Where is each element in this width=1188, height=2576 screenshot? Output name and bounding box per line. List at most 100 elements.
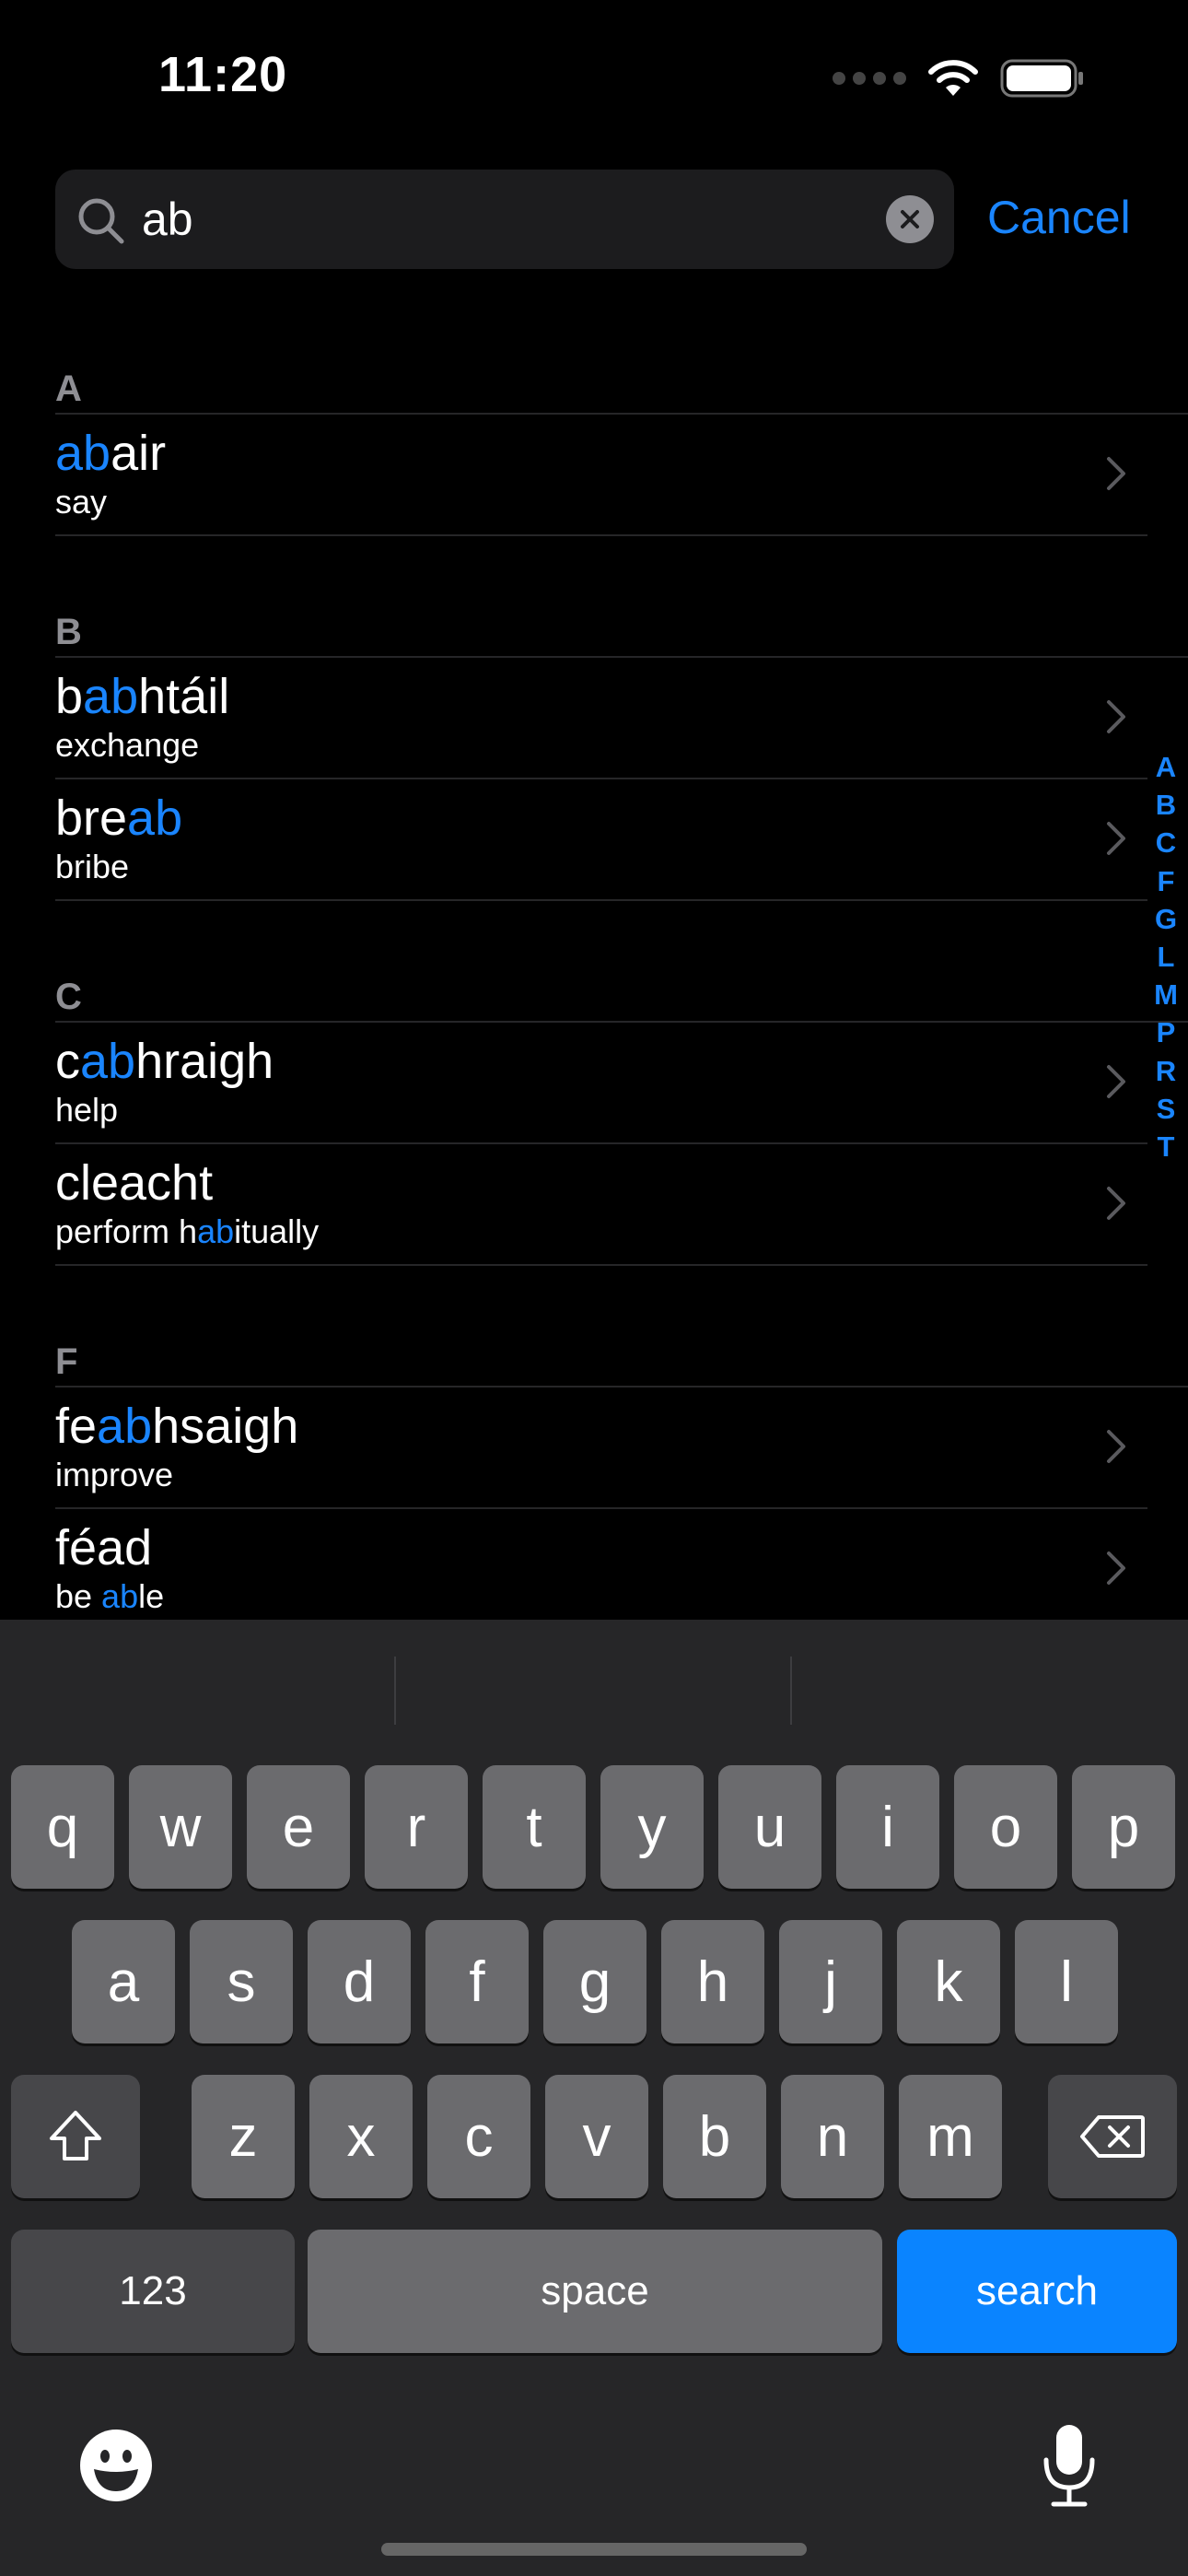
chevron-right-icon — [1107, 822, 1125, 855]
battery-icon — [1000, 59, 1083, 98]
key-h[interactable]: h — [661, 1920, 764, 2043]
list-item[interactable]: feabhsaigh improve — [0, 1388, 1151, 1507]
list-item[interactable]: cleacht perform habitually — [0, 1144, 1151, 1264]
chevron-right-icon — [1107, 700, 1125, 733]
cancel-button[interactable]: Cancel — [987, 190, 1131, 245]
word-translation: help — [55, 1091, 118, 1130]
index-letter[interactable]: A — [1156, 748, 1176, 786]
row-separator — [55, 899, 1147, 901]
key-y[interactable]: y — [600, 1765, 704, 1889]
word-title: feabhsaigh — [55, 1397, 298, 1456]
key-v[interactable]: v — [545, 2075, 648, 2198]
index-letter[interactable]: B — [1156, 786, 1176, 824]
key-z[interactable]: z — [192, 2075, 295, 2198]
list-item[interactable]: abair say — [0, 415, 1151, 534]
match-highlight: ab — [83, 669, 139, 724]
match-highlight: ab — [101, 1577, 139, 1615]
search-icon — [78, 198, 124, 244]
word-translation: exchange — [55, 726, 199, 765]
index-letter[interactable]: R — [1156, 1052, 1176, 1090]
key-k[interactable]: k — [897, 1920, 1000, 2043]
numbers-key[interactable]: 123 — [11, 2230, 295, 2353]
list-item[interactable]: breab bribe — [0, 779, 1151, 899]
key-u[interactable]: u — [718, 1765, 821, 1889]
text-segment: b — [55, 669, 84, 724]
word-translation: perform habitually — [55, 1212, 319, 1251]
key-j[interactable]: j — [779, 1920, 882, 2043]
key-t[interactable]: t — [483, 1765, 586, 1889]
match-highlight: ab — [127, 790, 183, 846]
text-segment: itually — [234, 1212, 320, 1250]
key-q[interactable]: q — [11, 1765, 114, 1889]
home-indicator — [381, 2543, 807, 2556]
key-n[interactable]: n — [781, 2075, 884, 2198]
text-segment: help — [55, 1091, 119, 1129]
text-segment: exchange — [55, 726, 200, 764]
clear-search-button[interactable] — [886, 195, 934, 243]
microphone-icon[interactable] — [1041, 2423, 1098, 2508]
text-segment: hraigh — [135, 1034, 274, 1089]
word-title: abair — [55, 424, 166, 483]
chevron-right-icon — [1107, 457, 1125, 490]
key-p[interactable]: p — [1072, 1765, 1175, 1889]
text-segment: air — [111, 426, 167, 481]
index-letter[interactable]: F — [1158, 862, 1175, 900]
key-x[interactable]: x — [309, 2075, 413, 2198]
text-segment: bribe — [55, 848, 130, 885]
key-d[interactable]: d — [308, 1920, 411, 2043]
list-item[interactable]: babhtáil exchange — [0, 658, 1151, 778]
index-letter[interactable]: P — [1157, 1013, 1176, 1051]
chevron-right-icon — [1107, 1187, 1125, 1220]
list-item[interactable]: cabhraigh help — [0, 1023, 1151, 1142]
key-g[interactable]: g — [543, 1920, 646, 2043]
section-index[interactable]: ABCFGLMPRST — [1149, 748, 1182, 1165]
index-letter[interactable]: G — [1155, 900, 1177, 938]
word-title: breab — [55, 789, 182, 848]
delete-key[interactable] — [1048, 2075, 1177, 2198]
key-f[interactable]: f — [425, 1920, 529, 2043]
chevron-right-icon — [1107, 1430, 1125, 1463]
word-title: babhtáil — [55, 667, 229, 726]
emoji-icon[interactable] — [77, 2427, 155, 2504]
text-segment: féad — [55, 1520, 153, 1575]
word-translation: improve — [55, 1456, 173, 1494]
wifi-icon — [928, 60, 978, 96]
text-segment: hsaigh — [152, 1399, 299, 1454]
chevron-right-icon — [1107, 1065, 1125, 1098]
key-w[interactable]: w — [129, 1765, 232, 1889]
index-letter[interactable]: L — [1158, 938, 1175, 976]
key-o[interactable]: o — [954, 1765, 1057, 1889]
key-a[interactable]: a — [72, 1920, 175, 2043]
key-e[interactable]: e — [247, 1765, 350, 1889]
suggestion-divider — [394, 1657, 396, 1725]
index-letter[interactable]: T — [1158, 1128, 1175, 1165]
key-m[interactable]: m — [899, 2075, 1002, 2198]
index-letter[interactable]: M — [1154, 976, 1178, 1013]
index-letter[interactable]: S — [1157, 1090, 1176, 1128]
search-key[interactable]: search — [897, 2230, 1177, 2353]
text-segment: bre — [55, 790, 128, 846]
list-item[interactable]: féad be able — [0, 1509, 1151, 1629]
space-key[interactable]: space — [308, 2230, 882, 2353]
key-b[interactable]: b — [663, 2075, 766, 2198]
key-c[interactable]: c — [427, 2075, 530, 2198]
delete-icon — [1080, 2115, 1145, 2158]
section-header: A — [55, 369, 82, 409]
search-field[interactable]: ab — [55, 170, 954, 269]
key-r[interactable]: r — [365, 1765, 468, 1889]
shift-key[interactable] — [11, 2075, 140, 2198]
key-i[interactable]: i — [836, 1765, 939, 1889]
word-translation: be able — [55, 1577, 164, 1616]
status-icons — [833, 59, 1085, 98]
index-letter[interactable]: C — [1156, 824, 1176, 861]
word-title: féad — [55, 1518, 152, 1577]
text-segment: htáil — [138, 669, 230, 724]
match-highlight: ab — [97, 1399, 153, 1454]
chevron-right-icon — [1107, 1551, 1125, 1585]
word-title: cabhraigh — [55, 1032, 274, 1091]
cellular-signal-icon — [833, 72, 906, 85]
key-l[interactable]: l — [1015, 1920, 1118, 2043]
search-input[interactable]: ab — [142, 192, 193, 247]
row-separator — [55, 534, 1147, 536]
key-s[interactable]: s — [190, 1920, 293, 2043]
